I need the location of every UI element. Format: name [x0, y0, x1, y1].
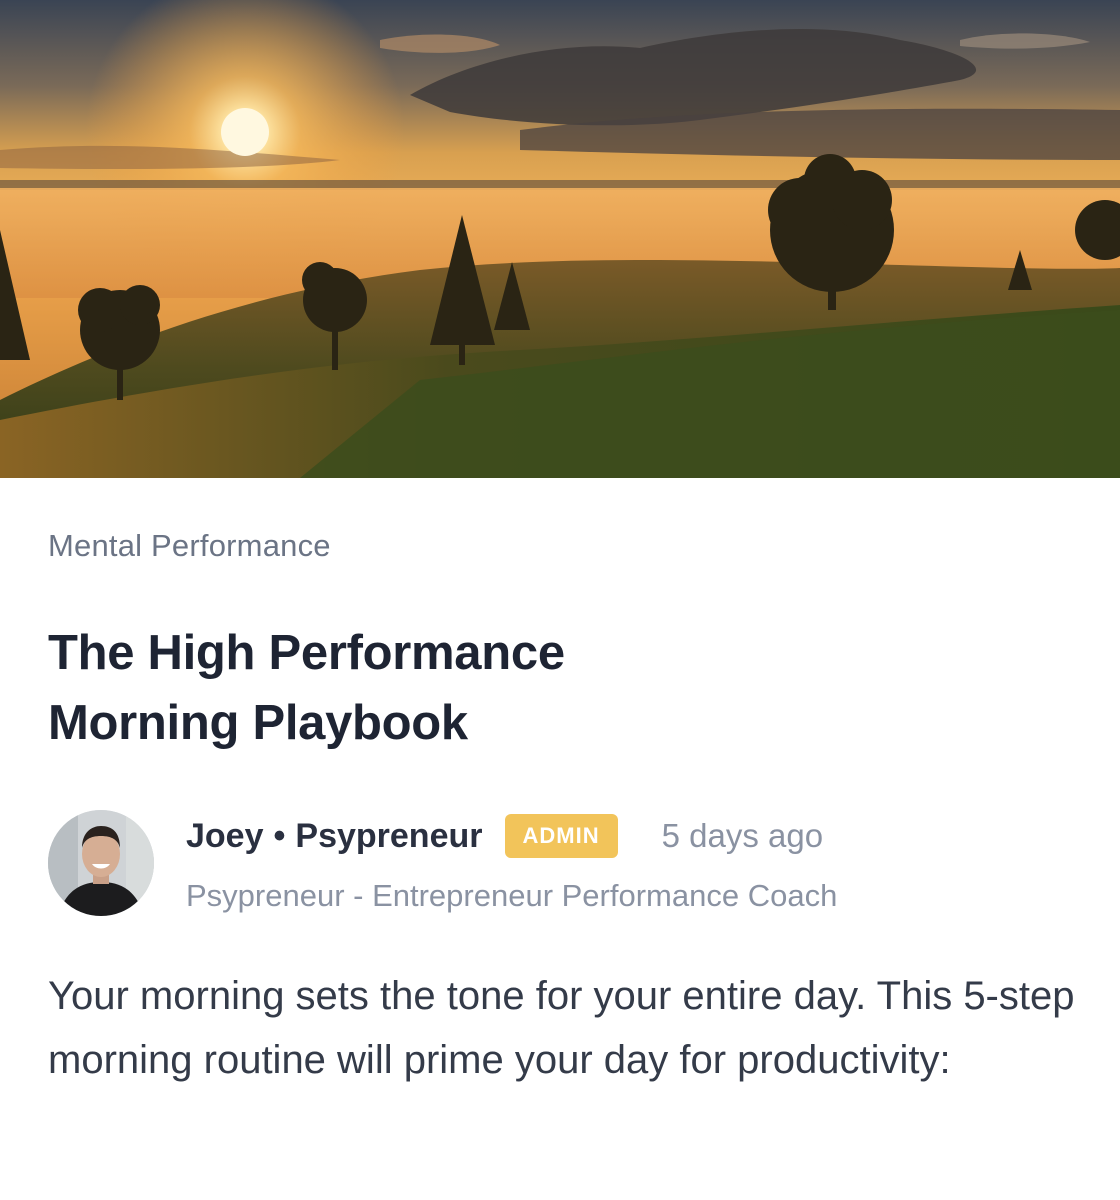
- post-title-line2: Morning Playbook: [48, 696, 468, 750]
- post-body: Your morning sets the tone for your enti…: [48, 974, 1075, 1082]
- author-separator: •: [273, 816, 286, 855]
- author-brand[interactable]: Psypreneur: [295, 817, 482, 856]
- post-title-line1: The High Performance: [48, 626, 565, 680]
- admin-badge: ADMIN: [504, 814, 618, 858]
- avatar[interactable]: [48, 810, 154, 916]
- author-photo: [48, 810, 154, 916]
- hero-image: [0, 0, 1120, 478]
- post-category[interactable]: Mental Performance: [48, 528, 1088, 564]
- post-content: Mental Performance The High Performance …: [48, 478, 1088, 1092]
- post-page: Mental Performance The High Performance …: [0, 0, 1120, 1200]
- author-row: Joey • Psypreneur ADMIN 5 days ago Psypr…: [48, 810, 1088, 918]
- author-line: Joey • Psypreneur ADMIN 5 days ago: [186, 814, 823, 858]
- post-timestamp: 5 days ago: [661, 817, 824, 854]
- author-subtitle: Psypreneur - Entrepreneur Performance Co…: [186, 878, 838, 913]
- author-name[interactable]: Joey: [186, 817, 264, 856]
- post-title: The High Performance Morning Playbook: [48, 618, 1088, 758]
- sunrise-landscape-image: [0, 0, 1120, 478]
